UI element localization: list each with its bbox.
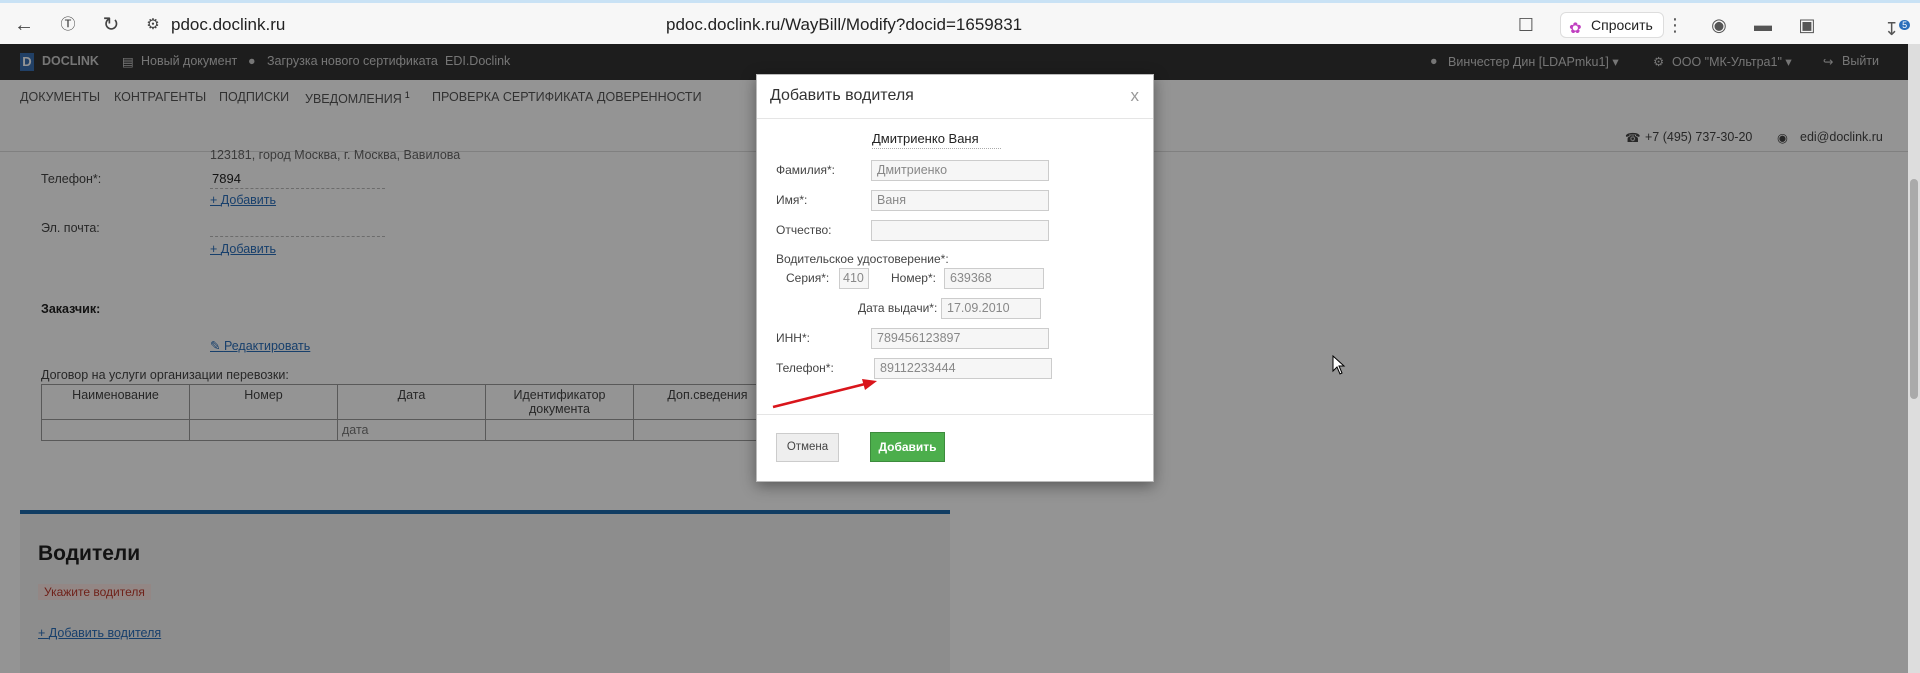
name-input[interactable]: Ваня (871, 190, 1049, 211)
mouse-cursor-icon (1332, 355, 1346, 375)
browser-toolbar: ← Ⓣ ↻ ⚙ pdoc.doclink.ru pdoc.doclink.ru/… (0, 0, 1920, 44)
reload-icon[interactable]: ↻ (99, 13, 123, 37)
phone-input[interactable]: 89112233444 (874, 358, 1052, 379)
number-label: Номер*: (891, 271, 936, 285)
ask-button-label: Спросить (1591, 17, 1653, 33)
address-bar[interactable]: pdoc.doclink.ru/WayBill/Modify?docid=165… (666, 15, 1022, 35)
phone-modal-label: Телефон*: (776, 361, 834, 375)
yandex-icon[interactable]: Ⓣ (56, 13, 80, 37)
site-settings-icon[interactable]: ⚙ (141, 13, 165, 37)
cancel-button[interactable]: Отмена (776, 433, 839, 462)
more-menu-icon[interactable]: ⋮ (1664, 14, 1686, 36)
name-label: Имя*: (776, 193, 808, 207)
surname-label: Фамилия*: (776, 163, 835, 177)
scrollbar-thumb[interactable] (1910, 179, 1918, 399)
ai-assistant-icon: ✿ (1569, 20, 1582, 37)
close-icon[interactable]: x (1131, 86, 1140, 106)
modal-header: Добавить водителя x (757, 75, 1153, 119)
page-scrollbar[interactable] (1908, 44, 1920, 673)
extensions-puzzle-icon[interactable]: ▣ (1796, 14, 1818, 36)
url-domain[interactable]: pdoc.doclink.ru (171, 15, 285, 35)
patronymic-label: Отчество: (776, 223, 832, 237)
number-input[interactable]: 639368 (944, 268, 1044, 289)
modal-title: Добавить водителя (770, 87, 914, 104)
add-button[interactable]: Добавить (870, 432, 945, 462)
bookmark-icon[interactable]: ☐ (1515, 14, 1537, 36)
downloads-badge: 5 (1899, 20, 1911, 30)
back-icon[interactable]: ← (12, 13, 36, 37)
inn-label: ИНН*: (776, 331, 810, 345)
ask-button[interactable]: ✿ Спросить (1560, 12, 1664, 38)
license-label: Водительское удостоверение*: (776, 252, 949, 266)
driver-full-name: Дмитриенко Ваня (872, 131, 1001, 149)
annotation-arrow-icon (772, 379, 877, 409)
patronymic-input[interactable] (871, 220, 1049, 241)
add-driver-modal: Добавить водителя x Дмитриенко Ваня Фами… (756, 74, 1154, 482)
inn-input[interactable]: 789456123897 (871, 328, 1049, 349)
series-input[interactable]: 410 (839, 268, 869, 289)
extension-icon[interactable]: ◉ (1708, 14, 1730, 36)
surname-input[interactable]: Дмитриенко (871, 160, 1049, 181)
issue-date-label: Дата выдачи*: (858, 301, 938, 315)
issue-date-input[interactable]: 17.09.2010 (941, 298, 1041, 319)
extension-grey-icon[interactable]: ▬ (1752, 14, 1774, 36)
series-label: Серия*: (786, 271, 830, 285)
downloads-icon[interactable]: ↧ 5 (1884, 14, 1911, 39)
